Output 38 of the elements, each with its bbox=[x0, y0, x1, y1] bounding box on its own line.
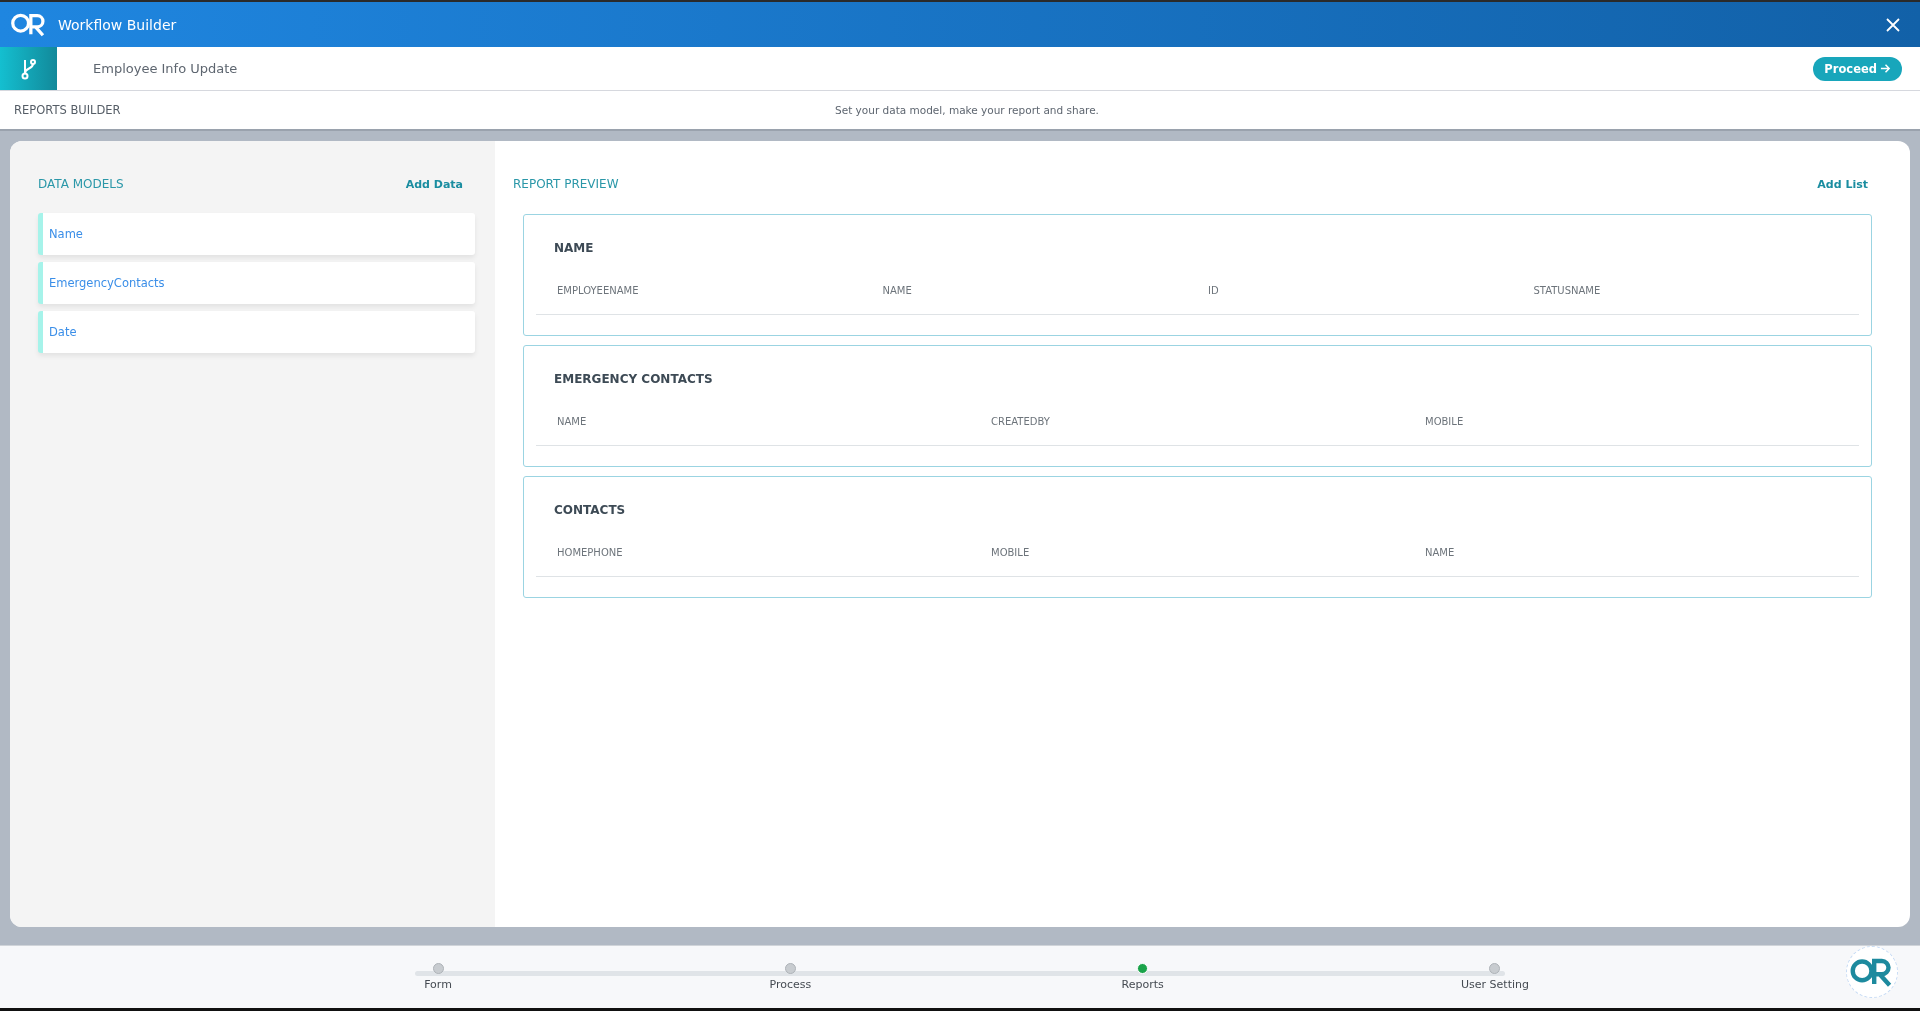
close-icon bbox=[1886, 17, 1900, 32]
column-header: MOBILE bbox=[1425, 416, 1465, 427]
step-label[interactable]: Form bbox=[424, 978, 452, 991]
column-header: EMPLOYEENAME bbox=[557, 285, 640, 296]
data-model-item[interactable]: EmergencyContacts bbox=[38, 262, 475, 304]
logo-badge[interactable] bbox=[1846, 946, 1898, 998]
column-header: MOBILE bbox=[991, 547, 1031, 558]
list-title: EMERGENCY CONTACTS bbox=[554, 372, 714, 386]
list-title: NAME bbox=[554, 241, 595, 255]
data-model-item[interactable]: Date bbox=[38, 311, 475, 353]
window-title: Workflow Builder bbox=[58, 16, 177, 33]
column-header: ID bbox=[1208, 285, 1220, 296]
add-data-link[interactable]: Add Data bbox=[405, 177, 463, 191]
step-label[interactable]: Reports bbox=[1121, 978, 1164, 991]
branch-icon bbox=[20, 56, 37, 81]
step-dot[interactable] bbox=[784, 963, 796, 974]
column-header: NAME bbox=[557, 416, 588, 427]
section-title: REPORTS BUILDER bbox=[14, 103, 121, 117]
logo-icon bbox=[1850, 956, 1894, 988]
column-header: NAME bbox=[882, 285, 913, 296]
column-header: CREATEDBY bbox=[991, 416, 1051, 427]
list-title: CONTACTS bbox=[554, 503, 627, 517]
step-dot[interactable] bbox=[432, 963, 444, 974]
add-list-link[interactable]: Add List bbox=[1817, 177, 1868, 191]
column-header: HOMEPHONE bbox=[557, 547, 624, 558]
logo-icon bbox=[10, 11, 48, 38]
proceed-button[interactable]: Proceed bbox=[1813, 56, 1902, 81]
step-dot[interactable] bbox=[1489, 963, 1501, 974]
panel-title: DATA MODELS bbox=[38, 177, 124, 191]
arrow-icon bbox=[1880, 63, 1891, 74]
data-model-item[interactable]: Name bbox=[38, 213, 475, 255]
column-header: STATUSNAME bbox=[1533, 285, 1602, 296]
panel-title: REPORT PREVIEW bbox=[513, 177, 619, 191]
section-subtitle: Set your data model, make your report and share. bbox=[835, 104, 1099, 116]
column-header: NAME bbox=[1425, 547, 1456, 558]
workflow-name: Employee Info Update bbox=[93, 61, 238, 76]
step-label[interactable]: Process bbox=[769, 978, 812, 991]
step-label[interactable]: User Setting bbox=[1461, 978, 1529, 991]
